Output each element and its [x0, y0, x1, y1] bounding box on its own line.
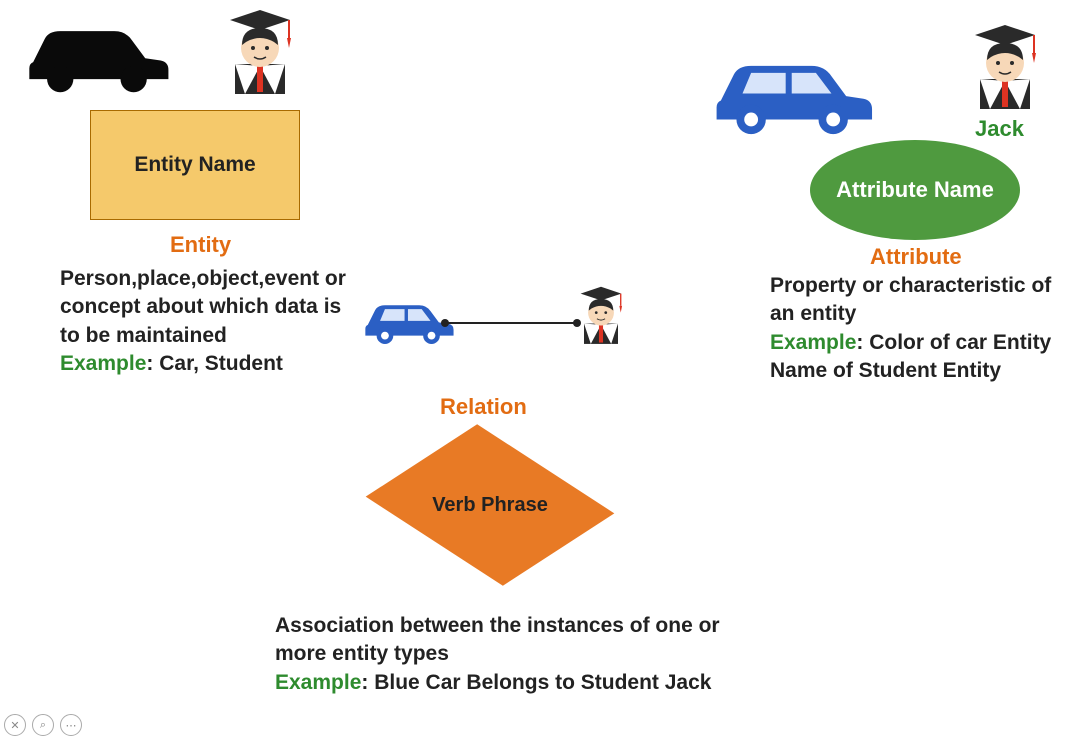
car-icon-relation — [358, 290, 456, 345]
attribute-shape-label: Attribute Name — [836, 178, 994, 202]
entity-description: Person,place,object,event or concept abo… — [60, 265, 360, 378]
bottom-toolbar: ✕ ⌕ ⋯ — [4, 714, 82, 736]
relation-example-text: : Blue Car Belongs to Student Jack — [361, 671, 711, 694]
relation-shape-label: Verb Phrase — [430, 493, 550, 517]
relation-heading: Relation — [440, 394, 527, 420]
attribute-description: Property or characteristic of an entity … — [770, 272, 1080, 385]
car-icon-blue — [700, 40, 880, 135]
relation-line — [445, 322, 575, 324]
attribute-desc-text: Property or characteristic of an entity — [770, 274, 1051, 325]
tool-zoom-icon[interactable]: ⌕ — [32, 714, 54, 736]
relation-description: Association between the instances of one… — [275, 612, 775, 697]
relation-example-prefix: Example — [275, 671, 361, 694]
student-icon — [205, 0, 315, 105]
relation-shape: Verb Phrase — [380, 425, 600, 585]
tool-more-icon[interactable]: ⋯ — [60, 714, 82, 736]
entity-heading: Entity — [170, 232, 231, 258]
entity-example-text: : Car, Student — [146, 352, 283, 375]
attribute-shape: Attribute Name — [810, 140, 1020, 240]
attribute-heading: Attribute — [870, 244, 962, 270]
entity-example-prefix: Example — [60, 352, 146, 375]
entity-desc-text: Person,place,object,event or concept abo… — [60, 267, 346, 347]
relation-dot-left — [441, 319, 449, 327]
car-icon-black — [15, 8, 175, 93]
student-icon-jack — [950, 15, 1060, 120]
relation-desc-text: Association between the instances of one… — [275, 614, 720, 665]
entity-shape-label: Entity Name — [134, 153, 255, 177]
student-icon-relation — [565, 280, 637, 353]
entity-shape: Entity Name — [90, 110, 300, 220]
jack-label: Jack — [975, 116, 1024, 142]
attribute-example-prefix: Example — [770, 331, 856, 354]
tool-cut-icon[interactable]: ✕ — [4, 714, 26, 736]
